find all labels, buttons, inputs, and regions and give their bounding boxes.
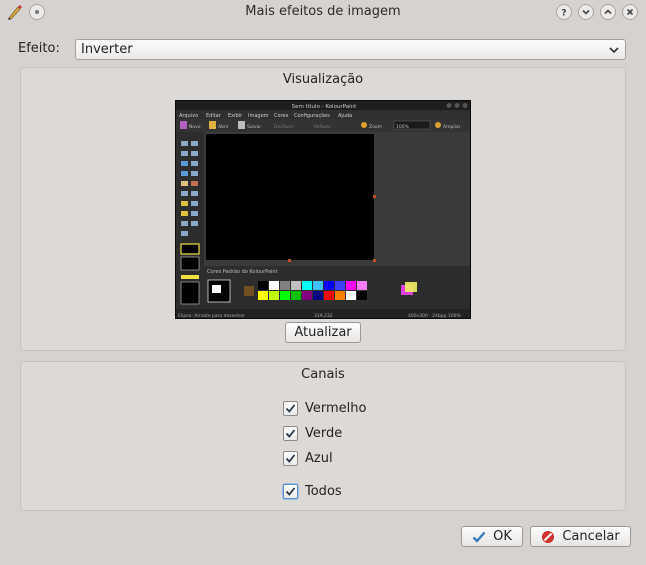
- check-icon: [285, 403, 296, 413]
- ok-button[interactable]: OK: [461, 526, 523, 547]
- palette-swatch: [324, 281, 334, 290]
- channel-green-label: Verde: [305, 425, 343, 441]
- check-icon: [285, 428, 296, 438]
- cancel-button[interactable]: Cancelar: [530, 526, 631, 547]
- channel-green-option[interactable]: Verde: [283, 424, 342, 442]
- palette-swatch: [346, 281, 356, 290]
- preview-image: Sem título - KolourPaint Arquivo Editar …: [175, 100, 471, 319]
- effect-select-value: Inverter: [81, 42, 133, 57]
- ok-label: OK: [493, 529, 512, 544]
- palette-swatch: [346, 291, 356, 300]
- channel-blue-label: Azul: [305, 450, 333, 466]
- thumb-menu-2: Exibir: [228, 113, 243, 119]
- thumb-status-mid: 319,232: [314, 313, 333, 319]
- effect-select[interactable]: Inverter: [75, 39, 626, 60]
- palette-swatch: [269, 291, 279, 300]
- check-icon: [285, 453, 296, 463]
- palette-swatch: [291, 291, 301, 300]
- palette-swatch: [324, 291, 334, 300]
- palette-swatch: [313, 281, 323, 290]
- palette-swatch: [302, 291, 312, 300]
- thumb-menu-6: Ajuda: [338, 113, 352, 119]
- channel-red-checkbox[interactable]: [283, 400, 298, 416]
- update-preview-label: Atualizar: [294, 325, 352, 340]
- effect-label: Efeito:: [18, 41, 60, 56]
- palette-swatch: [357, 291, 367, 300]
- palette-swatch: [357, 281, 367, 290]
- thumb-menu-1: Editar: [206, 113, 222, 119]
- thumb-tool-2: Salvar: [247, 124, 261, 130]
- thumb-menu-5: Configurações: [294, 113, 330, 119]
- thumb-menu-3: Imagem: [248, 113, 269, 119]
- channel-green-checkbox[interactable]: [283, 425, 298, 441]
- channel-all-option[interactable]: Todos: [283, 482, 342, 500]
- channel-all-checkbox[interactable]: [283, 483, 298, 499]
- cancel-icon: [542, 530, 555, 543]
- channel-blue-option[interactable]: Azul: [283, 449, 333, 467]
- channels-title: Canais: [301, 367, 345, 382]
- thumb-status-left: Elipse: Arraste para desenhar: [178, 313, 245, 319]
- thumb-status-right: 400x300 · 24bpp 100%: [408, 313, 461, 319]
- thumb-tool-3: Desfazer: [274, 124, 294, 130]
- palette-swatch: [335, 281, 345, 290]
- close-button[interactable]: [622, 4, 638, 20]
- palette-swatch: [291, 281, 301, 290]
- thumb-tool-4: Refazer: [314, 124, 331, 130]
- palette-swatch: [302, 281, 312, 290]
- channel-red-option[interactable]: Vermelho: [283, 399, 366, 417]
- help-button[interactable]: ?: [556, 4, 572, 20]
- thumb-menu-4: Cores: [274, 113, 289, 119]
- cancel-label: Cancelar: [562, 529, 620, 544]
- thumb-tool-5: Zoom: [369, 124, 382, 130]
- thumb-palette-label: Cores Padrão do KolourPaint: [207, 269, 278, 275]
- minimize-button[interactable]: [578, 4, 594, 20]
- preview-title: Visualização: [282, 72, 364, 87]
- palette-swatch: [313, 291, 323, 300]
- thumb-tool-0: Novo: [189, 124, 201, 130]
- palette-swatch: [258, 281, 268, 290]
- palette-swatch: [280, 291, 290, 300]
- window-title: Mais efeitos de imagem: [245, 4, 401, 19]
- channel-red-label: Vermelho: [305, 400, 367, 416]
- check-icon: [285, 486, 296, 496]
- palette-swatch: [269, 281, 279, 290]
- svg-text:?: ?: [561, 9, 566, 18]
- thumb-zoom: 100%: [396, 124, 410, 130]
- thumb-tool-1: Abrir: [218, 124, 229, 130]
- palette-swatch: [280, 281, 290, 290]
- channel-blue-checkbox[interactable]: [283, 450, 298, 466]
- update-preview-button[interactable]: Atualizar: [285, 322, 361, 343]
- chevron-down-icon: [609, 47, 619, 54]
- checkmark-icon: [472, 531, 486, 543]
- channel-all-label: Todos: [305, 483, 342, 499]
- thumb-tool-6: Ampliar: [443, 124, 461, 130]
- maximize-button[interactable]: [600, 4, 616, 20]
- thumb-menu-0: Arquivo: [179, 113, 198, 119]
- palette-swatch: [258, 291, 268, 300]
- kolourpaint-thumbnail: Sem título - KolourPaint Arquivo Editar …: [176, 101, 470, 319]
- title-bar: Mais efeitos de imagem ?: [0, 0, 646, 25]
- thumb-title: Sem título - KolourPaint: [292, 103, 357, 110]
- palette-swatch: [335, 291, 345, 300]
